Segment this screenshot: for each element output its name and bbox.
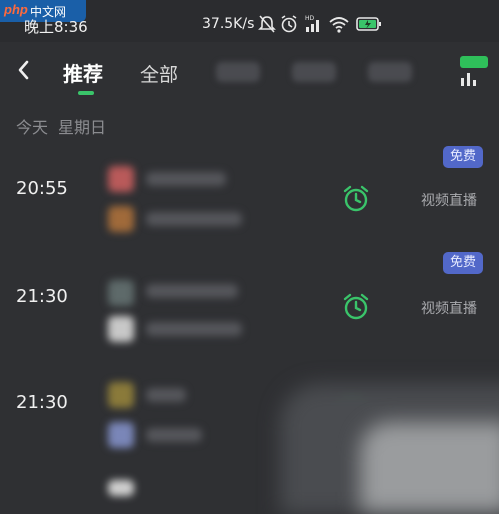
network-speed: 37.5K/s xyxy=(202,16,255,32)
team-logo-blurred xyxy=(108,382,134,408)
team-logo-blurred xyxy=(108,280,134,306)
mute-icon xyxy=(258,14,276,38)
status-time: 晚上8:36 xyxy=(24,18,88,36)
free-badge: 免费 xyxy=(443,146,483,168)
chevron-left-icon xyxy=(18,60,29,80)
wifi-icon xyxy=(328,14,350,38)
free-badge: 免费 xyxy=(443,252,483,274)
live-type: 视频直播 xyxy=(421,193,477,209)
date-day: 今天 xyxy=(16,118,49,137)
hd-signal-icon: HD xyxy=(304,14,322,38)
team-name-blurred xyxy=(146,172,226,186)
team-logo-blurred xyxy=(108,206,134,232)
team-logo-blurred xyxy=(108,422,134,448)
team-name-blurred xyxy=(146,428,202,442)
chart-badge xyxy=(460,56,488,68)
team-logo-blurred xyxy=(108,316,134,342)
alarm-icon[interactable] xyxy=(341,184,371,214)
live-type: 视频直播 xyxy=(421,301,477,317)
battery-charging-icon xyxy=(356,14,382,38)
team-name-blurred xyxy=(146,322,242,336)
svg-text:HD: HD xyxy=(305,15,315,22)
date-header: 今天 星期日 xyxy=(16,114,116,138)
blurred-tab-2[interactable] xyxy=(292,62,336,82)
row-time: 21:30 xyxy=(16,286,68,307)
row-time: 20:55 xyxy=(16,178,68,199)
row-time: 21:30 xyxy=(16,392,68,413)
date-weekday: 星期日 xyxy=(58,118,107,137)
schedule-row-2[interactable]: 21:30 免费 视频直播 xyxy=(0,250,499,368)
schedule-row-3[interactable]: 21:30 xyxy=(0,362,499,514)
watermark-php: php xyxy=(4,2,28,17)
team-name-blurred xyxy=(146,212,242,226)
alarm-icon[interactable] xyxy=(341,292,371,322)
tab-indicator xyxy=(78,91,94,95)
team-name-blurred xyxy=(146,284,238,298)
status-bar: php 中文网 晚上8:36 37.5K/s HD xyxy=(0,0,499,42)
tab-all[interactable]: 全部 xyxy=(140,60,178,87)
blurred-tab-3[interactable] xyxy=(368,62,412,82)
blurred-tab-1[interactable] xyxy=(216,62,260,82)
alarm-icon xyxy=(280,14,298,38)
back-button[interactable] xyxy=(14,58,34,82)
blurred-photo-light xyxy=(360,422,499,512)
tab-recommended[interactable]: 推荐 xyxy=(63,58,103,87)
team-name-blurred xyxy=(146,388,186,402)
team-logo-blurred xyxy=(108,166,134,192)
schedule-row-1[interactable]: 20:55 免费 视频直播 xyxy=(0,140,499,258)
team-logo-blurred xyxy=(108,480,134,496)
